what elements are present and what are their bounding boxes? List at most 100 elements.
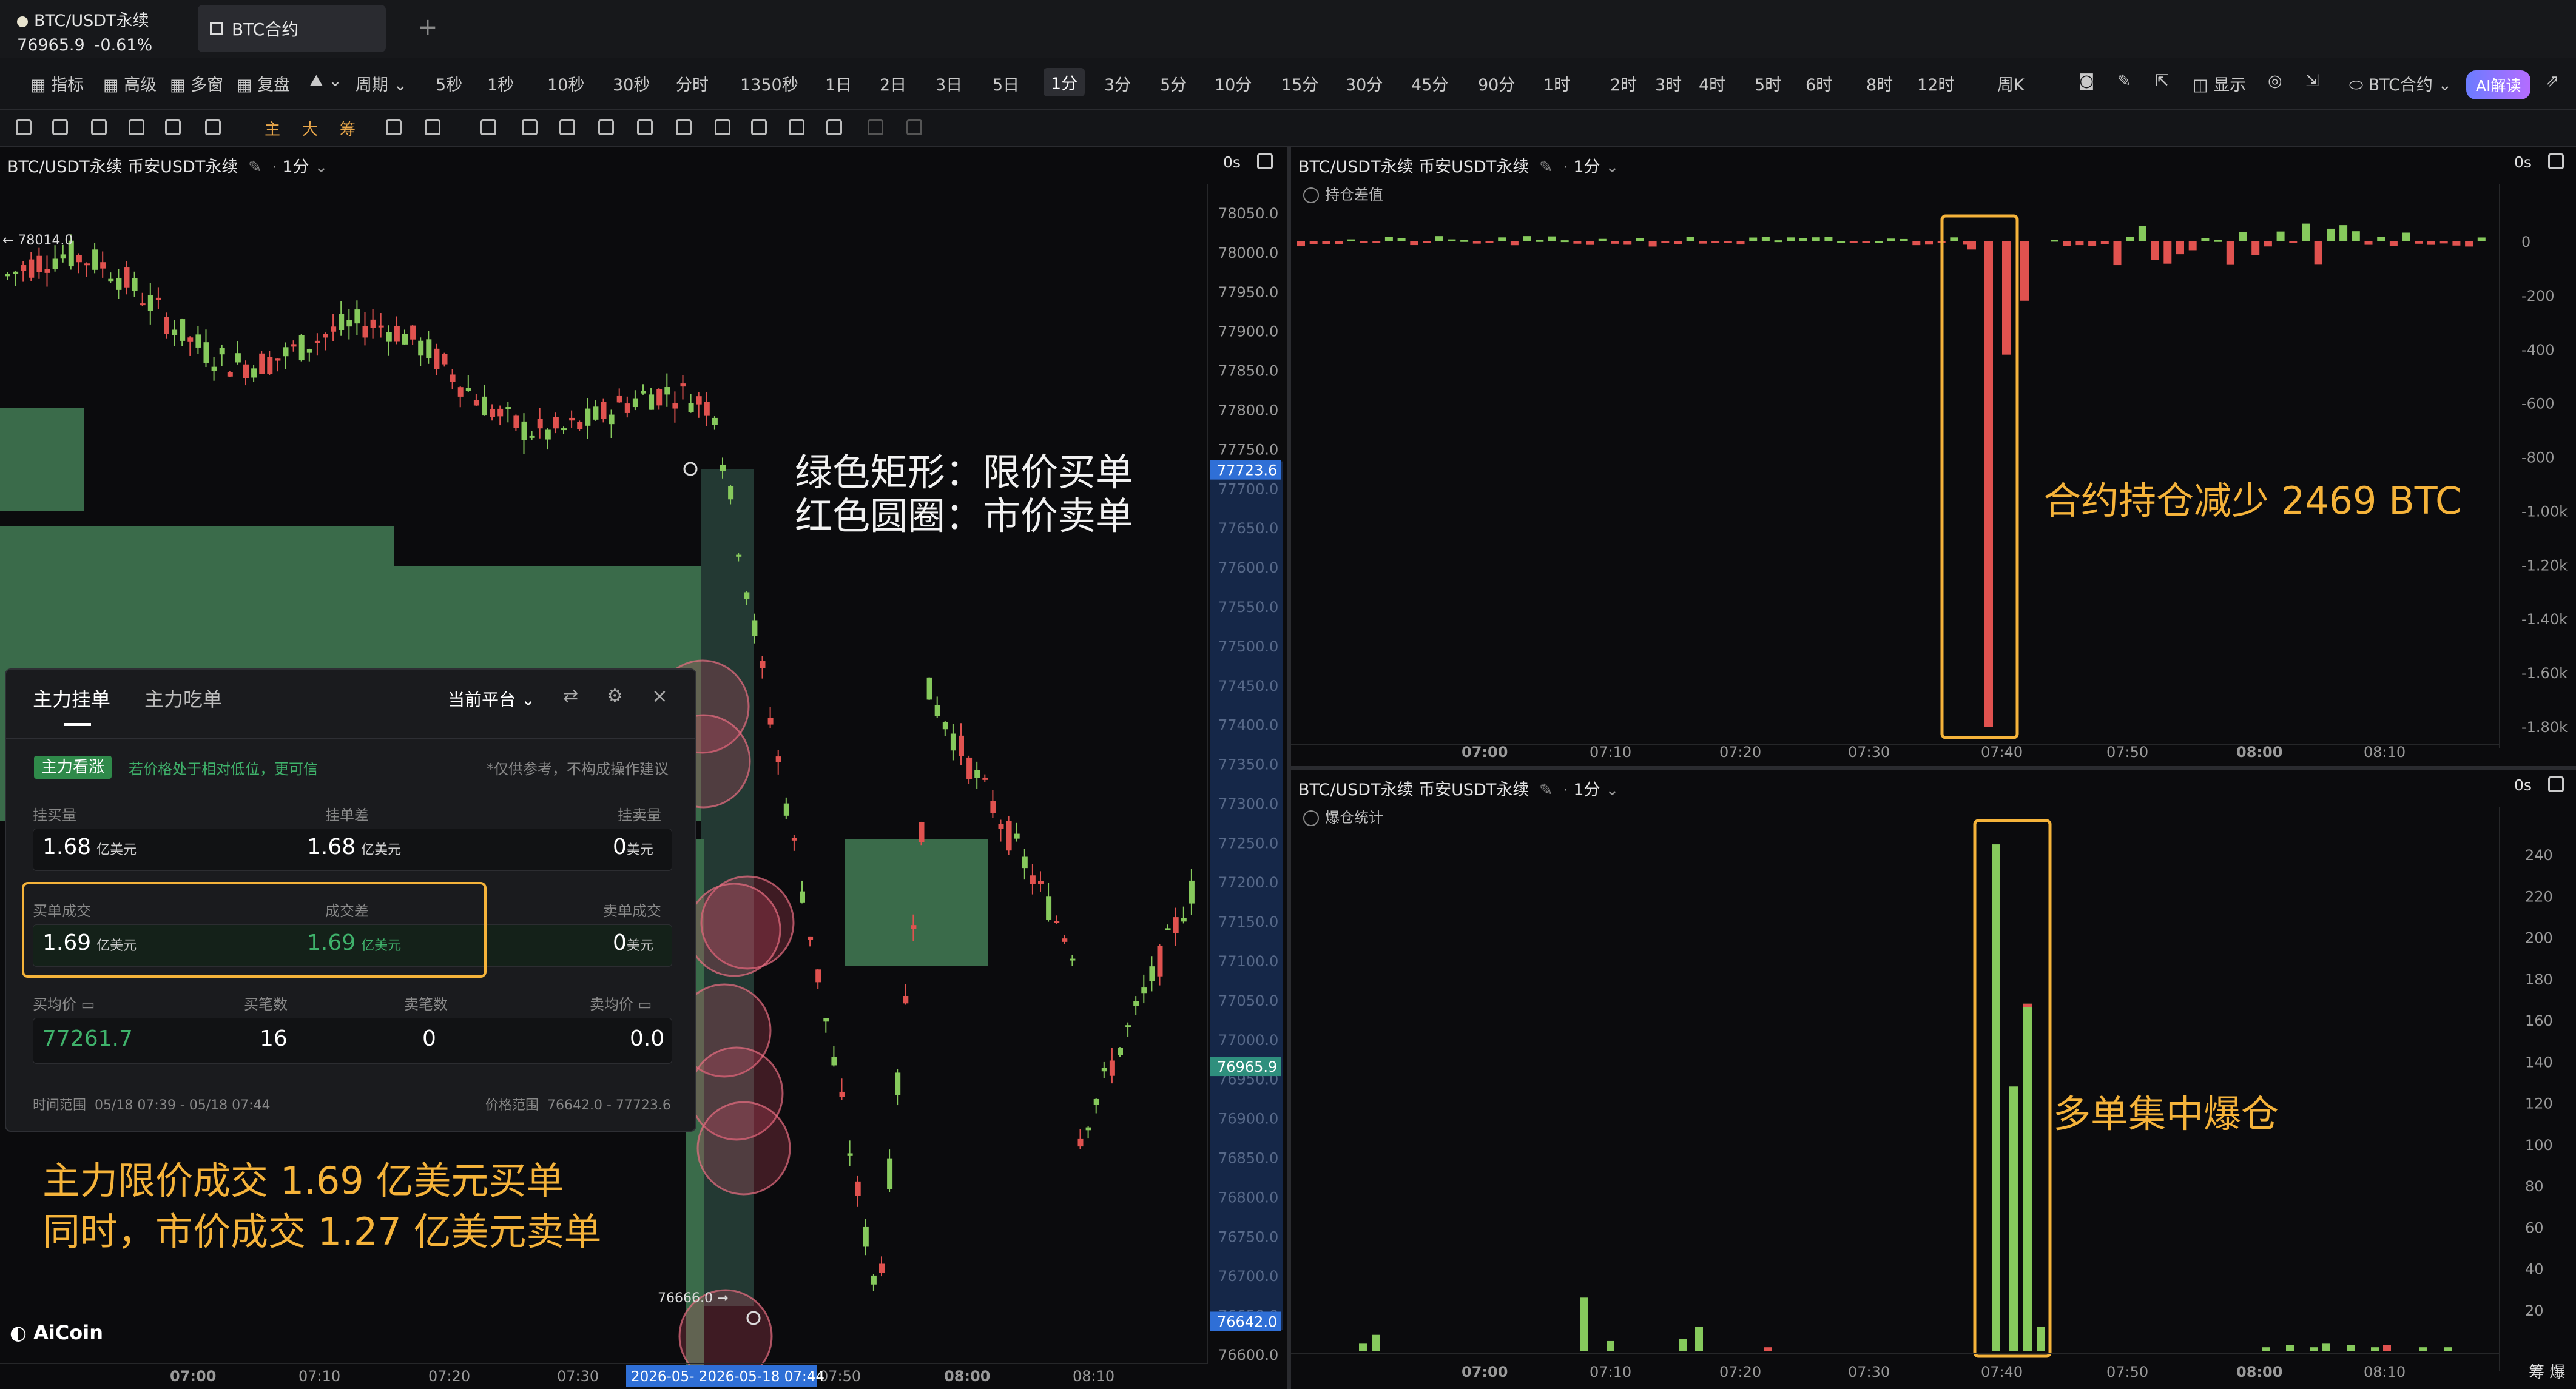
draw-tool-icon[interactable] — [52, 119, 68, 135]
interval-1[interactable]: 1秒 — [487, 72, 514, 95]
oi-bar — [2163, 241, 2172, 264]
tool-icon[interactable] — [676, 119, 692, 135]
interval-21[interactable]: 4时 — [1699, 72, 1725, 95]
toolbar-item[interactable]: ▦ 多窗 — [170, 72, 223, 95]
tool-icon[interactable] — [425, 119, 440, 135]
interval-15[interactable]: 30分 — [1346, 72, 1383, 95]
y-tick: 80 — [2525, 1178, 2544, 1195]
interval-2[interactable]: 10秒 — [547, 72, 584, 95]
tool-icon[interactable] — [751, 119, 767, 135]
candle — [251, 368, 257, 378]
toolbar-item[interactable]: ▦ 高级 — [103, 72, 157, 95]
tab-btc-contract[interactable]: BTC合约 — [198, 5, 386, 52]
interval-23[interactable]: 6时 — [1806, 72, 1832, 95]
horizontal-divider[interactable] — [1291, 766, 2576, 770]
draw-tool-icon[interactable] — [205, 119, 221, 135]
indicator-toggle[interactable]: 大 — [302, 117, 318, 140]
interval-18[interactable]: 1时 — [1543, 72, 1570, 95]
oi-bar — [1849, 241, 1858, 243]
interval-4[interactable]: 分时 — [676, 72, 709, 95]
interval-19[interactable]: 2时 — [1610, 72, 1637, 95]
candle — [52, 258, 58, 269]
tool-icon[interactable] — [789, 119, 804, 135]
platform-select[interactable]: 当前平台 ⌄ — [448, 687, 535, 711]
pen-icon[interactable]: ✎ — [2117, 72, 2131, 90]
interval-16[interactable]: 45分 — [1411, 72, 1448, 95]
tab-whale-orders[interactable]: 主力挂单 — [33, 684, 110, 712]
toolbar-item[interactable]: ▦ 指标 — [30, 72, 84, 95]
interval-7[interactable]: 2日 — [880, 72, 906, 95]
tool-icon[interactable] — [906, 119, 922, 135]
add-tab-icon[interactable]: + — [417, 13, 438, 41]
chip-toggle[interactable]: 筹 — [2529, 1364, 2544, 1382]
toolbar-item[interactable]: ▦ 复盘 — [237, 72, 290, 95]
tool-icon[interactable] — [826, 119, 842, 135]
swap-icon[interactable]: ⇄ — [563, 685, 578, 707]
candle — [29, 259, 35, 278]
candle — [306, 349, 312, 353]
camera-icon[interactable]: ◙ — [2079, 72, 2094, 90]
liq-toggle[interactable]: 爆 — [2549, 1364, 2565, 1382]
indicator-toggle[interactable]: 主 — [265, 117, 280, 140]
order-diff-label: 挂单差 — [325, 807, 369, 824]
candle — [800, 891, 805, 903]
tool-icon[interactable] — [715, 119, 730, 135]
display-menu[interactable]: ◫ 显示 — [2193, 72, 2246, 95]
share-icon[interactable]: ⇱ — [2155, 72, 2169, 90]
interval-5[interactable]: 1350秒 — [740, 72, 798, 95]
fullscreen-icon[interactable]: ⇲ — [2305, 72, 2319, 90]
tool-icon[interactable] — [480, 119, 496, 135]
settings-icon[interactable]: ◎ — [2268, 72, 2282, 90]
interval-9[interactable]: 5日 — [993, 72, 1019, 95]
last-price: 76965.9 — [17, 36, 85, 55]
period-select[interactable]: 周期 ⌄ — [356, 72, 407, 95]
interval-8[interactable]: 3日 — [936, 72, 962, 95]
gear-icon[interactable]: ⚙ — [607, 685, 623, 707]
interval-26[interactable]: 周K — [1997, 72, 2025, 95]
close-icon[interactable]: × — [652, 684, 668, 707]
interval-6[interactable]: 1日 — [825, 72, 852, 95]
interval-17[interactable]: 90分 — [1478, 72, 1515, 95]
candle — [601, 402, 607, 419]
contract-select[interactable]: ⬭ BTC合约 ⌄ — [2349, 72, 2452, 95]
interval-12[interactable]: 5分 — [1160, 72, 1187, 95]
oi-bar — [2126, 237, 2134, 241]
tool-icon[interactable] — [386, 119, 402, 135]
tool-icon[interactable] — [637, 119, 653, 135]
interval-11[interactable]: 3分 — [1104, 72, 1131, 95]
symbol-block[interactable]: BTC/USDT永续 76965.9 -0.61% — [17, 7, 152, 55]
interval-22[interactable]: 5时 — [1755, 72, 1781, 95]
tool-icon[interactable] — [522, 119, 538, 135]
interval-14[interactable]: 15分 — [1281, 72, 1318, 95]
interval-10[interactable]: 1分 — [1044, 68, 1085, 96]
draw-tool-icon[interactable] — [16, 119, 32, 135]
interval-3[interactable]: 30秒 — [613, 72, 650, 95]
tool-icon[interactable] — [868, 119, 883, 135]
candle — [60, 254, 66, 259]
tool-icon[interactable] — [559, 119, 575, 135]
oi-bar — [1736, 241, 1745, 245]
chart-type-icon[interactable]: ⛰ ⌄ — [309, 72, 342, 91]
liq-chart-panel[interactable]: BTC/USDT永续 币安USDT永续 ✎ · 1分 ⌄ 0s 爆仓统计 240… — [1291, 770, 2576, 1389]
tab-whale-fills[interactable]: 主力吃单 — [144, 684, 222, 712]
expand-icon[interactable]: ⇗ — [2546, 72, 2560, 90]
draw-tool-icon[interactable] — [129, 119, 144, 135]
oi-bar — [2339, 225, 2348, 241]
tool-icon[interactable] — [598, 119, 614, 135]
oi-bar — [1372, 241, 1381, 243]
info-icon[interactable]: ▭ — [81, 996, 95, 1013]
interval-20[interactable]: 3时 — [1655, 72, 1682, 95]
interval-0[interactable]: 5秒 — [436, 72, 462, 95]
info-icon[interactable]: ▭ — [638, 996, 652, 1013]
indicator-toggle[interactable]: 筹 — [340, 117, 356, 140]
interval-13[interactable]: 10分 — [1215, 72, 1252, 95]
ai-button[interactable]: AI解读 — [2466, 70, 2531, 99]
interval-24[interactable]: 8时 — [1866, 72, 1893, 95]
oi-bar — [1523, 236, 1531, 241]
interval-25[interactable]: 12时 — [1917, 72, 1954, 95]
oi-bar — [1611, 241, 1619, 244]
draw-tool-icon[interactable] — [91, 119, 107, 135]
candle — [966, 757, 973, 779]
oi-chart-panel[interactable]: BTC/USDT永续 币安USDT永续 ✎ · 1分 ⌄ 0s 持仓差值 0 -2… — [1291, 147, 2576, 766]
draw-tool-icon[interactable] — [165, 119, 181, 135]
